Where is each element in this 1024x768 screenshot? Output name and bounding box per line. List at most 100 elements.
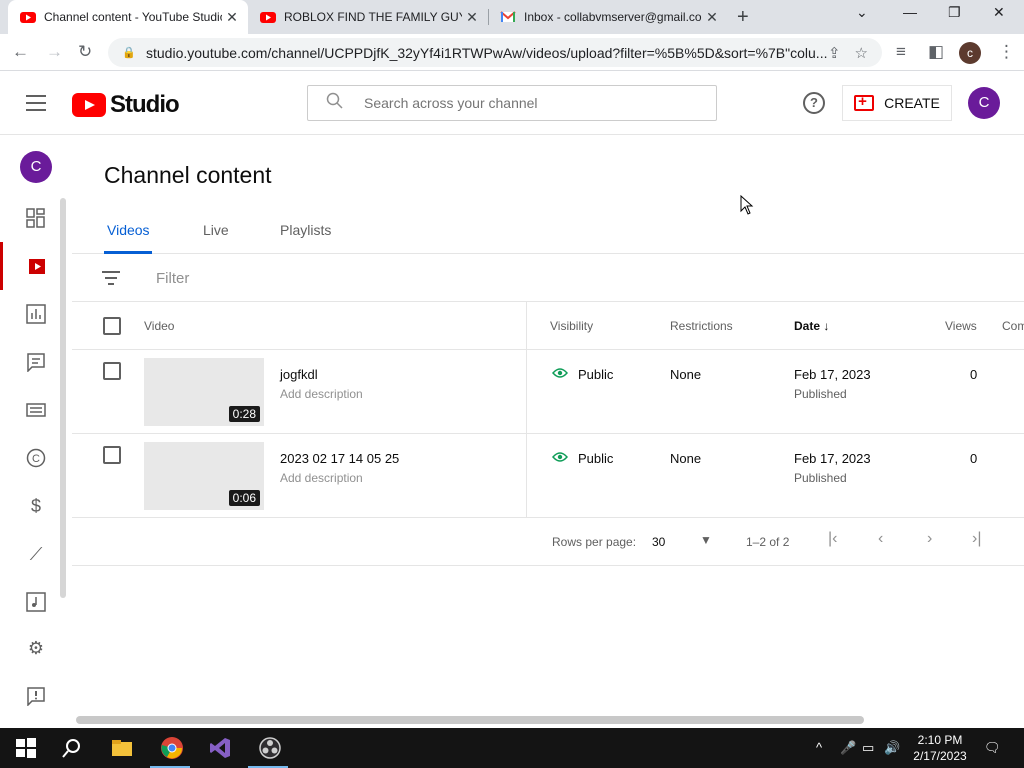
eye-icon	[552, 366, 568, 382]
studio-logo[interactable]: Studio	[72, 91, 180, 119]
magic-wand-icon: ⟋	[29, 543, 43, 564]
sidebar-item-analytics[interactable]	[0, 290, 72, 338]
windows-start-icon[interactable]	[14, 736, 38, 760]
video-duration: 0:06	[228, 490, 260, 506]
notification-center-icon[interactable]: 🗨	[984, 740, 1001, 756]
close-window-icon[interactable]: ✕	[993, 4, 1005, 21]
sidebar-item-comments[interactable]	[0, 338, 72, 386]
share-icon[interactable]: ⇪	[828, 44, 841, 62]
eye-icon	[552, 450, 568, 466]
video-description[interactable]: Add description	[280, 387, 363, 401]
search-bar[interactable]	[307, 85, 717, 121]
visibility-status[interactable]: Public	[578, 367, 613, 382]
row-checkbox[interactable]	[103, 362, 121, 380]
studio-logo-text: Studio	[110, 91, 180, 118]
show-hidden-icons-chevron-icon[interactable]: ^	[816, 740, 822, 755]
sidebar-item-audio-library[interactable]	[0, 578, 72, 626]
video-thumbnail[interactable]: 0:28	[144, 358, 264, 426]
back-arrow-icon[interactable]: ←	[12, 42, 29, 62]
create-button[interactable]: CREATE	[842, 85, 952, 121]
search-icon[interactable]	[60, 736, 84, 760]
table-row[interactable]: 0:28 jogfkdl Add description Public None…	[72, 350, 1024, 434]
visual-studio-icon[interactable]	[208, 736, 232, 760]
sidebar-item-send-feedback[interactable]	[0, 672, 72, 720]
views-value: 0	[970, 451, 978, 466]
column-header-video: Video	[144, 319, 175, 333]
media-control-icon[interactable]: ≡	[896, 42, 906, 62]
previous-page-icon[interactable]: ‹	[878, 530, 883, 548]
address-bar[interactable]: 🔒 studio.youtube.com/channel/UCPPDjfK_32…	[108, 38, 882, 67]
microphone-icon[interactable]: 🎤	[840, 740, 856, 756]
bookmark-star-icon[interactable]: ☆	[855, 44, 868, 62]
table-row[interactable]: 0:06 2023 02 17 14 05 25 Add description…	[72, 434, 1024, 518]
filter-bar[interactable]: Filter	[72, 254, 1024, 302]
network-icon[interactable]: ▭	[862, 740, 874, 756]
close-tab-icon[interactable]: ✕	[462, 9, 482, 26]
lock-icon[interactable]: 🔒	[122, 46, 136, 59]
rows-per-page-select[interactable]: 30	[652, 535, 665, 549]
mouse-cursor-icon	[740, 195, 754, 215]
restore-icon[interactable]: ❐	[948, 4, 961, 21]
filter-input[interactable]: Filter	[156, 270, 189, 287]
sidebar-item-customization[interactable]: ⟋	[0, 530, 72, 578]
browser-tab-roblox[interactable]: ROBLOX FIND THE FAMILY GUY... ✕	[248, 0, 488, 34]
column-header-date[interactable]: Date ↓	[794, 319, 829, 333]
sidebar-item-settings[interactable]: ⚙	[0, 624, 72, 672]
dollar-icon: $	[30, 495, 41, 516]
tab-live[interactable]: Live	[203, 222, 229, 238]
side-panel-icon[interactable]: ◧	[928, 42, 944, 62]
row-checkbox[interactable]	[103, 446, 121, 464]
browser-menu-icon[interactable]: ⋮	[998, 42, 1015, 62]
minimize-icon[interactable]: —	[903, 4, 917, 20]
tab-playlists[interactable]: Playlists	[280, 222, 331, 238]
help-icon[interactable]: ?	[803, 92, 825, 114]
hamburger-menu-icon[interactable]	[26, 95, 46, 111]
first-page-icon[interactable]: |‹	[828, 530, 837, 548]
system-clock[interactable]: 2:10 PM 2/17/2023	[904, 732, 976, 764]
dropdown-arrow-icon[interactable]: ▼	[700, 533, 712, 547]
tab-search-chevron-icon[interactable]: ⌄	[856, 4, 868, 21]
page-range: 1–2 of 2	[746, 535, 790, 549]
channel-avatar[interactable]: C	[20, 151, 52, 183]
visibility-status[interactable]: Public	[578, 451, 613, 466]
forward-arrow-icon[interactable]: →	[46, 42, 63, 62]
browser-tab-youtube-studio[interactable]: Channel content - YouTube Studio ✕	[8, 0, 248, 34]
sidebar-item-dashboard[interactable]	[0, 194, 72, 242]
video-title[interactable]: 2023 02 17 14 05 25	[280, 451, 399, 466]
video-title[interactable]: jogfkdl	[280, 367, 318, 382]
filter-icon[interactable]	[102, 271, 120, 289]
horizontal-scrollbar[interactable]	[76, 716, 864, 724]
video-thumbnail[interactable]: 0:06	[144, 442, 264, 510]
date-label: Date	[794, 319, 821, 333]
video-duration: 0:28	[228, 406, 260, 422]
sidebar-item-earn[interactable]: $	[0, 482, 72, 530]
column-header-comments: Com	[1002, 319, 1024, 333]
column-header-views: Views	[945, 319, 977, 333]
reload-icon[interactable]: ↻	[78, 42, 92, 62]
browser-tab-gmail[interactable]: Inbox - collabvmserver@gmail.com ✕	[488, 0, 728, 34]
analytics-icon	[26, 304, 46, 324]
close-tab-icon[interactable]: ✕	[222, 9, 242, 26]
sidebar-item-content[interactable]	[0, 242, 72, 290]
sidebar-item-copyright[interactable]: C	[0, 434, 72, 482]
file-explorer-icon[interactable]	[110, 736, 134, 760]
close-tab-icon[interactable]: ✕	[702, 9, 722, 26]
next-page-icon[interactable]: ›	[927, 530, 932, 548]
search-icon[interactable]	[326, 92, 346, 115]
restrictions-value: None	[670, 367, 702, 382]
chrome-icon[interactable]	[160, 736, 184, 760]
account-avatar[interactable]: C	[968, 87, 1000, 119]
video-description[interactable]: Add description	[280, 471, 363, 485]
volume-icon[interactable]: 🔊	[884, 740, 900, 756]
youtube-favicon-icon	[260, 12, 276, 23]
rows-per-page-label: Rows per page:	[552, 535, 637, 549]
last-page-icon[interactable]: ›|	[972, 530, 981, 548]
restrictions-value: None	[670, 451, 702, 466]
obs-studio-icon[interactable]	[258, 736, 282, 760]
sidebar-item-subtitles[interactable]	[0, 386, 72, 434]
new-tab-icon[interactable]: +	[737, 6, 749, 29]
select-all-checkbox[interactable]	[103, 317, 121, 335]
tab-videos[interactable]: Videos	[107, 222, 150, 238]
browser-profile-avatar[interactable]: c	[959, 42, 981, 64]
search-input[interactable]	[364, 95, 684, 111]
